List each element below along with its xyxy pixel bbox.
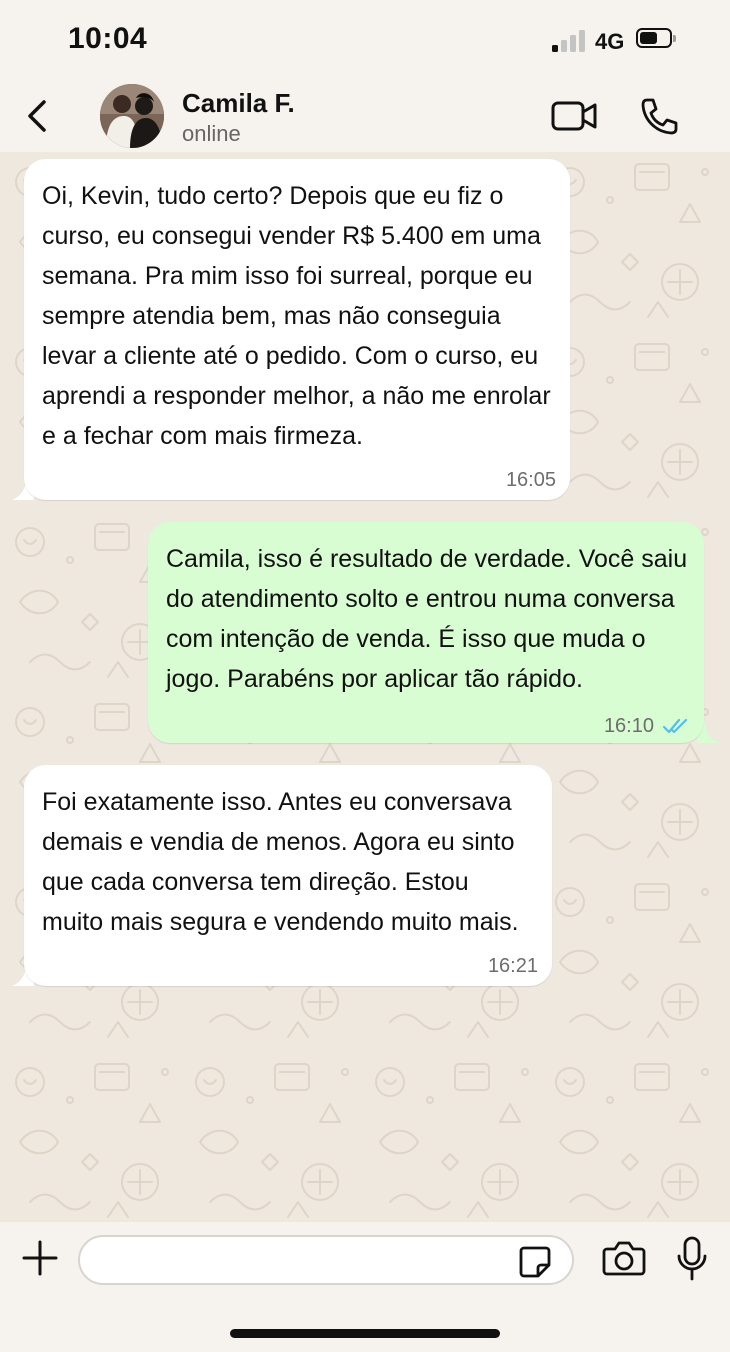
status-time: 10:04: [68, 22, 148, 55]
camera-icon: [602, 1241, 646, 1276]
back-button[interactable]: [20, 94, 56, 138]
attach-button[interactable]: [20, 1238, 60, 1278]
contact-name[interactable]: Camila F.: [182, 88, 295, 119]
message-text: Oi, Kevin, tudo certo? Depois que eu fiz…: [42, 182, 551, 450]
back-chevron-icon: [28, 100, 46, 132]
message-text: Foi exatamente isso. Antes eu conversava…: [42, 788, 519, 936]
message-bubble-outgoing[interactable]: Camila, isso é resultado de verdade. Voc…: [148, 522, 704, 743]
signal-icon: [552, 30, 586, 52]
battery-icon: [636, 28, 676, 48]
chat-area[interactable]: Oi, Kevin, tudo certo? Depois que eu fiz…: [0, 152, 730, 1222]
video-call-button[interactable]: [550, 98, 600, 134]
chat-header: Camila F. online: [0, 80, 730, 152]
microphone-icon: [677, 1236, 707, 1281]
sticker-button[interactable]: [518, 1245, 552, 1279]
camera-button[interactable]: [602, 1238, 646, 1278]
plus-icon: [22, 1240, 58, 1276]
message-timestamp: 16:10: [604, 716, 690, 736]
message-bubble-incoming[interactable]: Oi, Kevin, tudo certo? Depois que eu fiz…: [24, 159, 570, 500]
message-timestamp: 16:21: [487, 955, 538, 977]
mic-button[interactable]: [676, 1236, 708, 1282]
double-check-icon: [662, 718, 688, 734]
network-label: 4G: [595, 29, 625, 54]
message-bubble-incoming[interactable]: Foi exatamente isso. Antes eu conversava…: [24, 765, 552, 986]
video-camera-icon: [551, 101, 597, 131]
sticker-icon: [519, 1246, 551, 1278]
contact-status: online: [182, 121, 241, 146]
voice-call-button[interactable]: [638, 96, 680, 136]
phone-icon: [641, 98, 678, 135]
message-timestamp: 16:05: [505, 469, 556, 491]
message-time: 16:10: [603, 715, 654, 737]
avatar-image: [100, 84, 164, 148]
message-input[interactable]: [78, 1235, 574, 1285]
input-bar: [0, 1222, 730, 1352]
home-indicator: [230, 1329, 500, 1338]
message-text: Camila, isso é resultado de verdade. Voc…: [166, 545, 688, 693]
avatar[interactable]: [100, 84, 164, 148]
status-bar: 10:04 4G: [0, 0, 730, 80]
